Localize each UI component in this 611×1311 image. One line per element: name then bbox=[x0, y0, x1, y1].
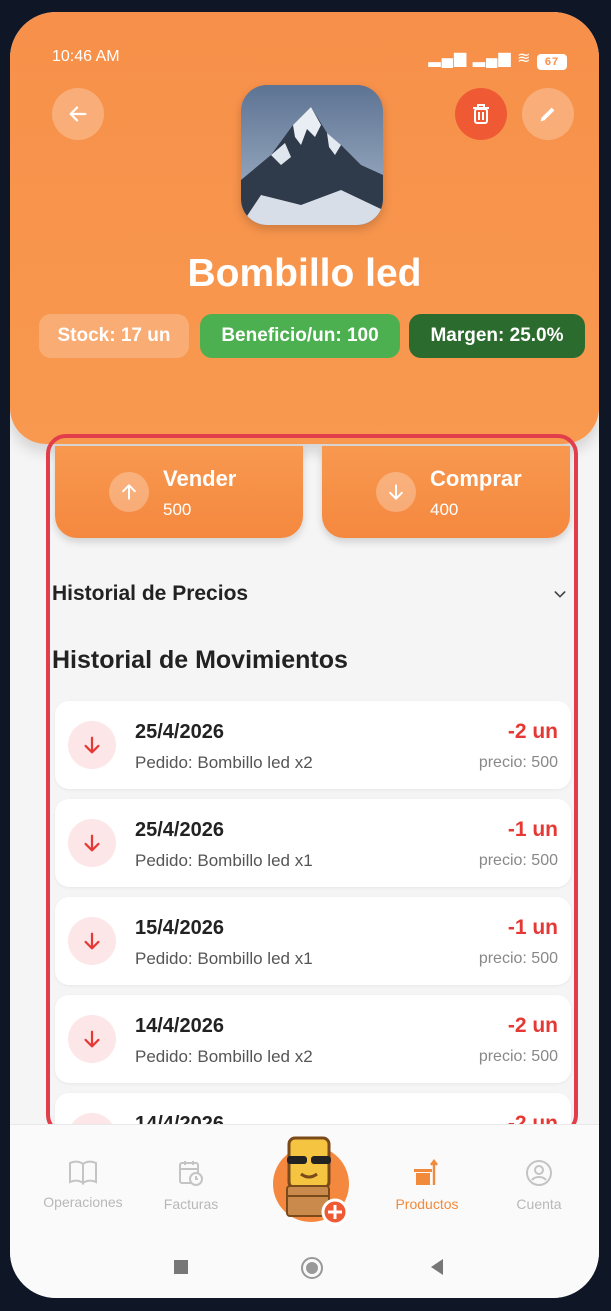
status-bar: 10:46 AM ▂▄▆ ▂▄▆ ≋ 67 bbox=[52, 48, 567, 72]
product-image bbox=[241, 85, 383, 225]
delete-button[interactable] bbox=[455, 88, 507, 140]
list-item[interactable]: 14/4/2026 Pedido: Bombillo led x2 -2 un … bbox=[55, 995, 571, 1083]
arrow-left-icon bbox=[69, 106, 87, 122]
home-icon bbox=[306, 1262, 318, 1274]
arrow-down-icon bbox=[68, 819, 116, 867]
trash-icon bbox=[473, 104, 489, 124]
product-header: 10:46 AM ▂▄▆ ▂▄▆ ≋ 67 Bombillo led Stock… bbox=[10, 12, 599, 444]
movement-quantity: -1 un bbox=[507, 818, 558, 841]
buy-button[interactable]: Comprar 400 bbox=[322, 446, 570, 538]
benefit-chip: Beneficio/un: 100 bbox=[200, 314, 400, 358]
movement-price: precio: 500 bbox=[478, 852, 558, 869]
arrow-down-icon bbox=[68, 721, 116, 769]
movement-quantity: -2 un bbox=[507, 1014, 558, 1037]
movements-heading: Historial de Movimientos bbox=[52, 646, 348, 674]
stock-chip: Stock: 17 un bbox=[39, 314, 189, 358]
chevron-down-icon[interactable] bbox=[552, 586, 568, 607]
system-back-button[interactable] bbox=[431, 1259, 443, 1275]
movement-price: precio: 500 bbox=[478, 754, 558, 771]
movements-list: 25/4/2026 Pedido: Bombillo led x2 -2 un … bbox=[55, 701, 571, 1131]
list-item[interactable]: 15/4/2026 Pedido: Bombillo led x1 -1 un … bbox=[55, 897, 571, 985]
movement-description: Pedido: Bombillo led x1 bbox=[135, 851, 313, 870]
sell-label: Vender bbox=[163, 466, 237, 491]
movement-description: Pedido: Bombillo led x1 bbox=[135, 949, 313, 968]
movement-quantity: -2 un bbox=[507, 720, 558, 743]
movement-date: 14/4/2026 bbox=[135, 1015, 224, 1037]
nav-productos[interactable]: Productos bbox=[372, 1159, 482, 1212]
buy-label: Comprar bbox=[430, 466, 522, 491]
recents-button[interactable] bbox=[174, 1260, 188, 1274]
arrow-down-icon bbox=[68, 1015, 116, 1063]
pencil-icon bbox=[540, 107, 555, 122]
signal-icon: ▂▄▆ ▂▄▆ ≋ bbox=[428, 50, 532, 67]
list-item[interactable]: 25/4/2026 Pedido: Bombillo led x2 -2 un … bbox=[55, 701, 571, 789]
status-time: 10:46 AM bbox=[52, 48, 120, 65]
nav-cuenta[interactable]: Cuenta bbox=[484, 1159, 594, 1212]
system-navigation-bar bbox=[10, 1240, 599, 1298]
nav-label: Operaciones bbox=[43, 1194, 123, 1210]
account-icon bbox=[526, 1160, 552, 1186]
calendar-clock-icon bbox=[179, 1161, 203, 1186]
nav-label: Productos bbox=[395, 1196, 459, 1212]
movement-date: 15/4/2026 bbox=[135, 917, 224, 939]
book-icon bbox=[69, 1160, 97, 1185]
movement-description: Pedido: Bombillo led x2 bbox=[135, 753, 313, 772]
back-button[interactable] bbox=[52, 88, 104, 140]
nav-facturas[interactable]: Facturas bbox=[136, 1159, 246, 1212]
nav-operaciones[interactable]: Operaciones bbox=[28, 1159, 138, 1210]
edit-button[interactable] bbox=[522, 88, 574, 140]
arrow-down-icon bbox=[376, 472, 416, 512]
movement-description: Pedido: Bombillo led x2 bbox=[135, 1047, 313, 1066]
movement-date: 25/4/2026 bbox=[135, 721, 224, 743]
movement-price: precio: 500 bbox=[478, 1048, 558, 1065]
movement-quantity: -1 un bbox=[507, 916, 558, 939]
home-button[interactable] bbox=[301, 1257, 323, 1279]
status-icons: ▂▄▆ ▂▄▆ ≋ 67 bbox=[428, 48, 567, 70]
movement-price: precio: 500 bbox=[478, 950, 558, 967]
margin-chip: Margen: 25.0% bbox=[409, 314, 585, 358]
arrow-down-icon bbox=[68, 917, 116, 965]
movement-date: 25/4/2026 bbox=[135, 819, 224, 841]
products-icon bbox=[414, 1159, 438, 1185]
phone-screen: 10:46 AM ▂▄▆ ▂▄▆ ≋ 67 Bombillo led Stock… bbox=[10, 12, 599, 1298]
mascot-add-button[interactable] bbox=[273, 1136, 349, 1226]
mascot-icon bbox=[286, 1136, 349, 1226]
sell-button[interactable]: Vender 500 bbox=[55, 446, 303, 538]
nav-label: Cuenta bbox=[516, 1196, 562, 1212]
arrow-up-icon bbox=[109, 472, 149, 512]
battery-icon: 67 bbox=[537, 54, 567, 70]
product-title: Bombillo led bbox=[187, 252, 422, 295]
price-history-toggle[interactable]: Historial de Precios bbox=[52, 582, 248, 606]
list-item[interactable]: 25/4/2026 Pedido: Bombillo led x1 -1 un … bbox=[55, 799, 571, 887]
main-content: Vender 500 Comprar 400 Historial de Prec… bbox=[46, 434, 578, 1135]
nav-label: Facturas bbox=[163, 1196, 219, 1212]
sell-price: 500 bbox=[163, 500, 192, 519]
buy-price: 400 bbox=[430, 500, 459, 519]
